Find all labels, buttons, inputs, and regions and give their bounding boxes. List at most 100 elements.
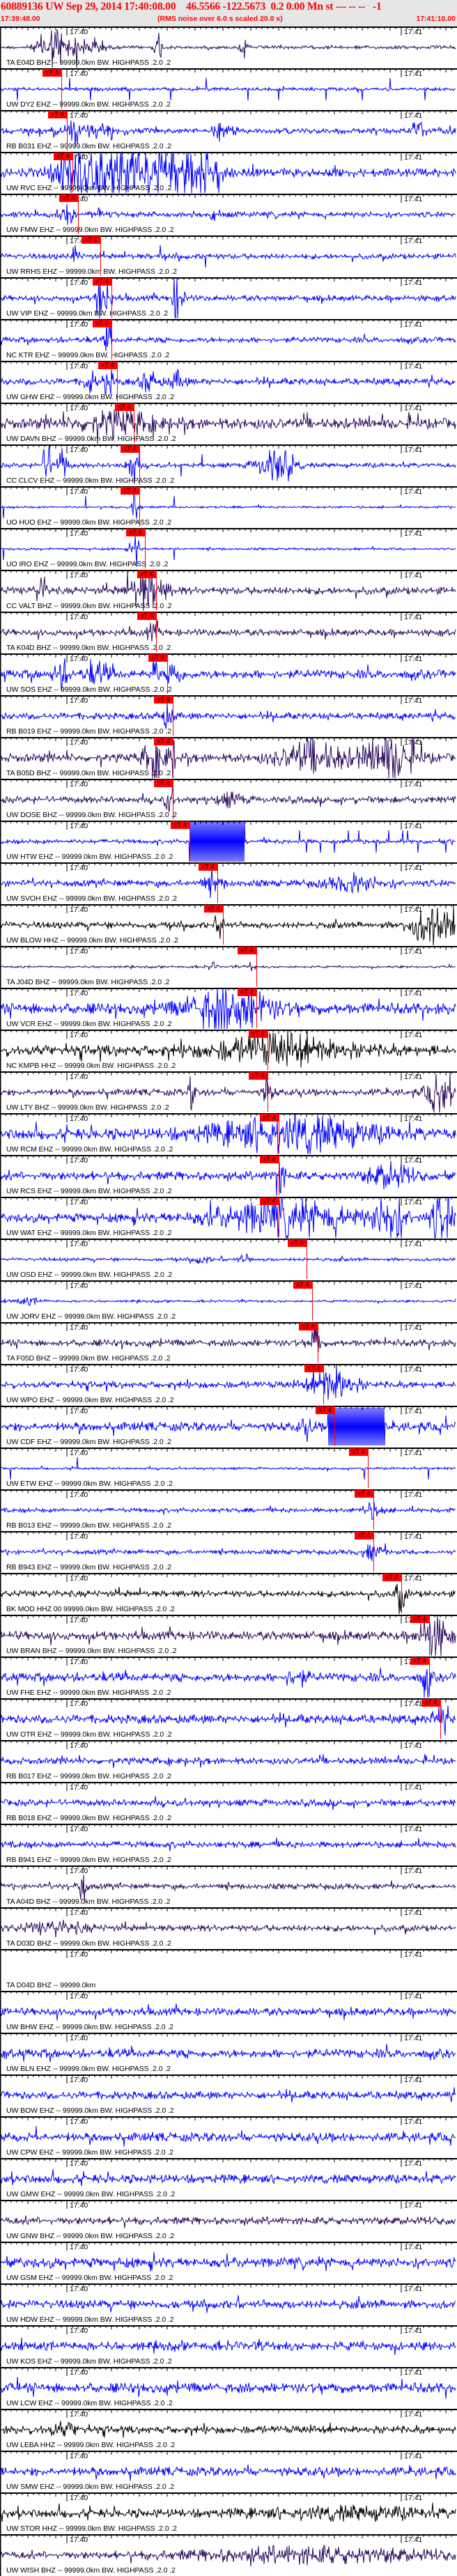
pick-marker[interactable]: xT 4 [154,696,173,704]
pick-marker[interactable]: xT 4 [355,1532,373,1539]
waveform [0,619,456,642]
pick-line[interactable] [401,1574,402,1613]
pick-marker[interactable]: xT 4 [171,821,189,829]
pick-line[interactable] [100,236,101,276]
trace-panel: 17:40 17:41 RB B013 EHZ -- 99999.0km BW. H… [0,1489,457,1531]
pick-marker[interactable]: xT 4 [121,445,139,453]
pick-marker[interactable]: xT 4 [115,403,134,411]
pick-marker[interactable]: xT 4 [238,947,256,954]
station-label: TA B05D BHZ -- 99999.0km BW. HIGHPASS .2… [6,769,171,777]
pick-line[interactable] [139,445,140,485]
pick-line[interactable] [167,654,168,694]
waveform [0,2377,456,2399]
pick-line[interactable] [111,278,112,318]
pick-marker[interactable]: xT 4 [293,1281,312,1289]
pick-marker[interactable]: xT 4 [421,1699,440,1707]
pick-line[interactable] [145,529,146,568]
pick-marker[interactable]: xT 4 [249,1030,268,1038]
pick-marker[interactable]: xT 4 [137,571,156,578]
pick-marker[interactable]: xT 4 [48,111,67,118]
pick-marker[interactable]: xT 4 [410,1615,429,1623]
waveform [0,1365,456,1400]
pick-marker[interactable]: xT 4 [154,738,173,745]
pick-line[interactable] [139,487,140,527]
time-tick-label: 17:41 [404,655,423,663]
time-tick-label: 17:40 [70,989,88,998]
time-tick-label: 17:40 [70,822,88,830]
station-label: NC KMPB HHZ -- 99999.0km BW. HIGHPASS .2… [6,1062,176,1070]
pick-marker[interactable]: xT 4 [349,1448,368,1456]
time-tick-label: 17:41 [404,1365,423,1374]
pick-marker[interactable]: xT 4 [299,1323,318,1330]
pick-marker[interactable]: xT 4 [260,1114,279,1122]
pick-line[interactable] [111,320,112,359]
pick-marker[interactable]: xT 4 [154,779,173,787]
pick-line[interactable] [256,988,257,1028]
time-tick-label: 17:41 [404,1909,423,1917]
pick-marker[interactable]: xT 4 [204,905,223,913]
pick-marker[interactable]: xT 4 [93,278,111,286]
pick-marker[interactable]: xT 4 [121,487,139,495]
pick-marker[interactable]: xT 4 [82,236,100,244]
pick-line[interactable] [312,1281,313,1321]
pick-line[interactable] [323,1365,324,1404]
pick-marker[interactable]: xT 4 [288,1239,307,1247]
time-tick-label: 17:40 [70,1491,88,1499]
station-label: UO IRO EHZ -- 99999.0km BW. HIGHPASS .2.… [6,560,169,568]
pick-marker[interactable]: xT 4 [137,612,156,620]
pick-line[interactable] [368,1448,369,1488]
pick-marker[interactable]: xT 4 [148,654,167,662]
pick-line[interactable] [223,905,224,945]
pick-line[interactable] [78,194,79,234]
time-tick-label: 17:40 [70,2494,88,2502]
pick-line[interactable] [117,362,118,401]
pick-marker[interactable]: xT 4 [382,1574,401,1581]
trace-panel: 17:40 17:41 RB B031 EHZ -- 99999.0km BW. H… [0,110,457,152]
pick-line[interactable] [217,863,218,903]
pick-line[interactable] [156,612,157,652]
pick-line[interactable] [72,153,73,192]
pick-line[interactable] [67,111,68,150]
pick-line[interactable] [440,1699,441,1739]
station-label: UW DOSE BHZ -- 99999.0km BW. HIGHPASS .2… [6,811,178,819]
pick-line[interactable] [373,1490,374,1530]
pick-marker[interactable]: xT 4 [249,1072,268,1080]
time-tick-label: 17:41 [404,1156,423,1165]
pick-line[interactable] [429,1657,430,1697]
time-tick-label: 17:41 [404,2536,423,2544]
trace-panel: 17:40 17:41 UW LTY BHZ -- 99999.0km BW. HI… [0,1071,457,1113]
station-label: TA D04D BHZ -- 99999.0km [6,1981,96,1989]
trace-panel: 17:40 17:41 UW VIP EHZ -- 99999.0km BW. HI… [0,277,457,319]
pick-marker[interactable]: xT 4 [260,1156,279,1163]
time-tick-label: 17:41 [404,1031,423,1039]
pick-line[interactable] [61,69,62,109]
pick-marker[interactable]: xT 4 [260,1197,279,1205]
station-label: UW BRAN BHZ -- 99999.0km BW. HIGHPASS .2… [6,1647,177,1655]
time-tick-label: 17:40 [70,1992,88,2001]
pick-marker[interactable]: xT 4 [304,1365,323,1372]
pick-line[interactable] [429,1615,430,1655]
pick-marker[interactable]: xT 4 [42,69,61,77]
pick-marker[interactable]: xT 4 [355,1490,373,1498]
pick-marker[interactable]: xT 4 [98,362,117,369]
trace-panel: 17:40 17:41 UW WISH BHZ -- 99999.0km BW. H… [0,2534,457,2576]
trace-panel: 17:40 17:41 TA D03D BHZ -- 99999.0km BW. H… [0,1907,457,1949]
pick-marker[interactable]: xT 4 [126,529,145,536]
pick-marker[interactable]: xT 4 [238,988,256,996]
pick-line[interactable] [334,1406,335,1446]
time-tick-label: 17:40 [70,2159,88,2168]
trace-panel: 17:40 17:41 UW BOW EHZ -- 99999.0km BW. HI… [0,2074,457,2116]
pick-marker[interactable]: xT 4 [316,1406,334,1414]
pick-marker[interactable]: xT 4 [93,320,111,327]
pick-marker[interactable]: xT 4 [410,1657,429,1665]
pick-marker[interactable]: xT 4 [59,194,78,202]
pick-line[interactable] [256,947,257,986]
time-tick-label: 17:40 [70,1324,88,1332]
pick-line[interactable] [189,821,190,861]
time-tick-label: 17:41 [404,529,423,538]
pick-marker[interactable]: xT 4 [199,863,217,871]
station-label: RB B943 EHZ -- 99999.0km BW. HIGHPASS .2… [6,1563,171,1572]
pick-marker[interactable]: xT 4 [54,153,72,160]
pick-line[interactable] [373,1532,374,1572]
pick-line[interactable] [156,571,157,610]
